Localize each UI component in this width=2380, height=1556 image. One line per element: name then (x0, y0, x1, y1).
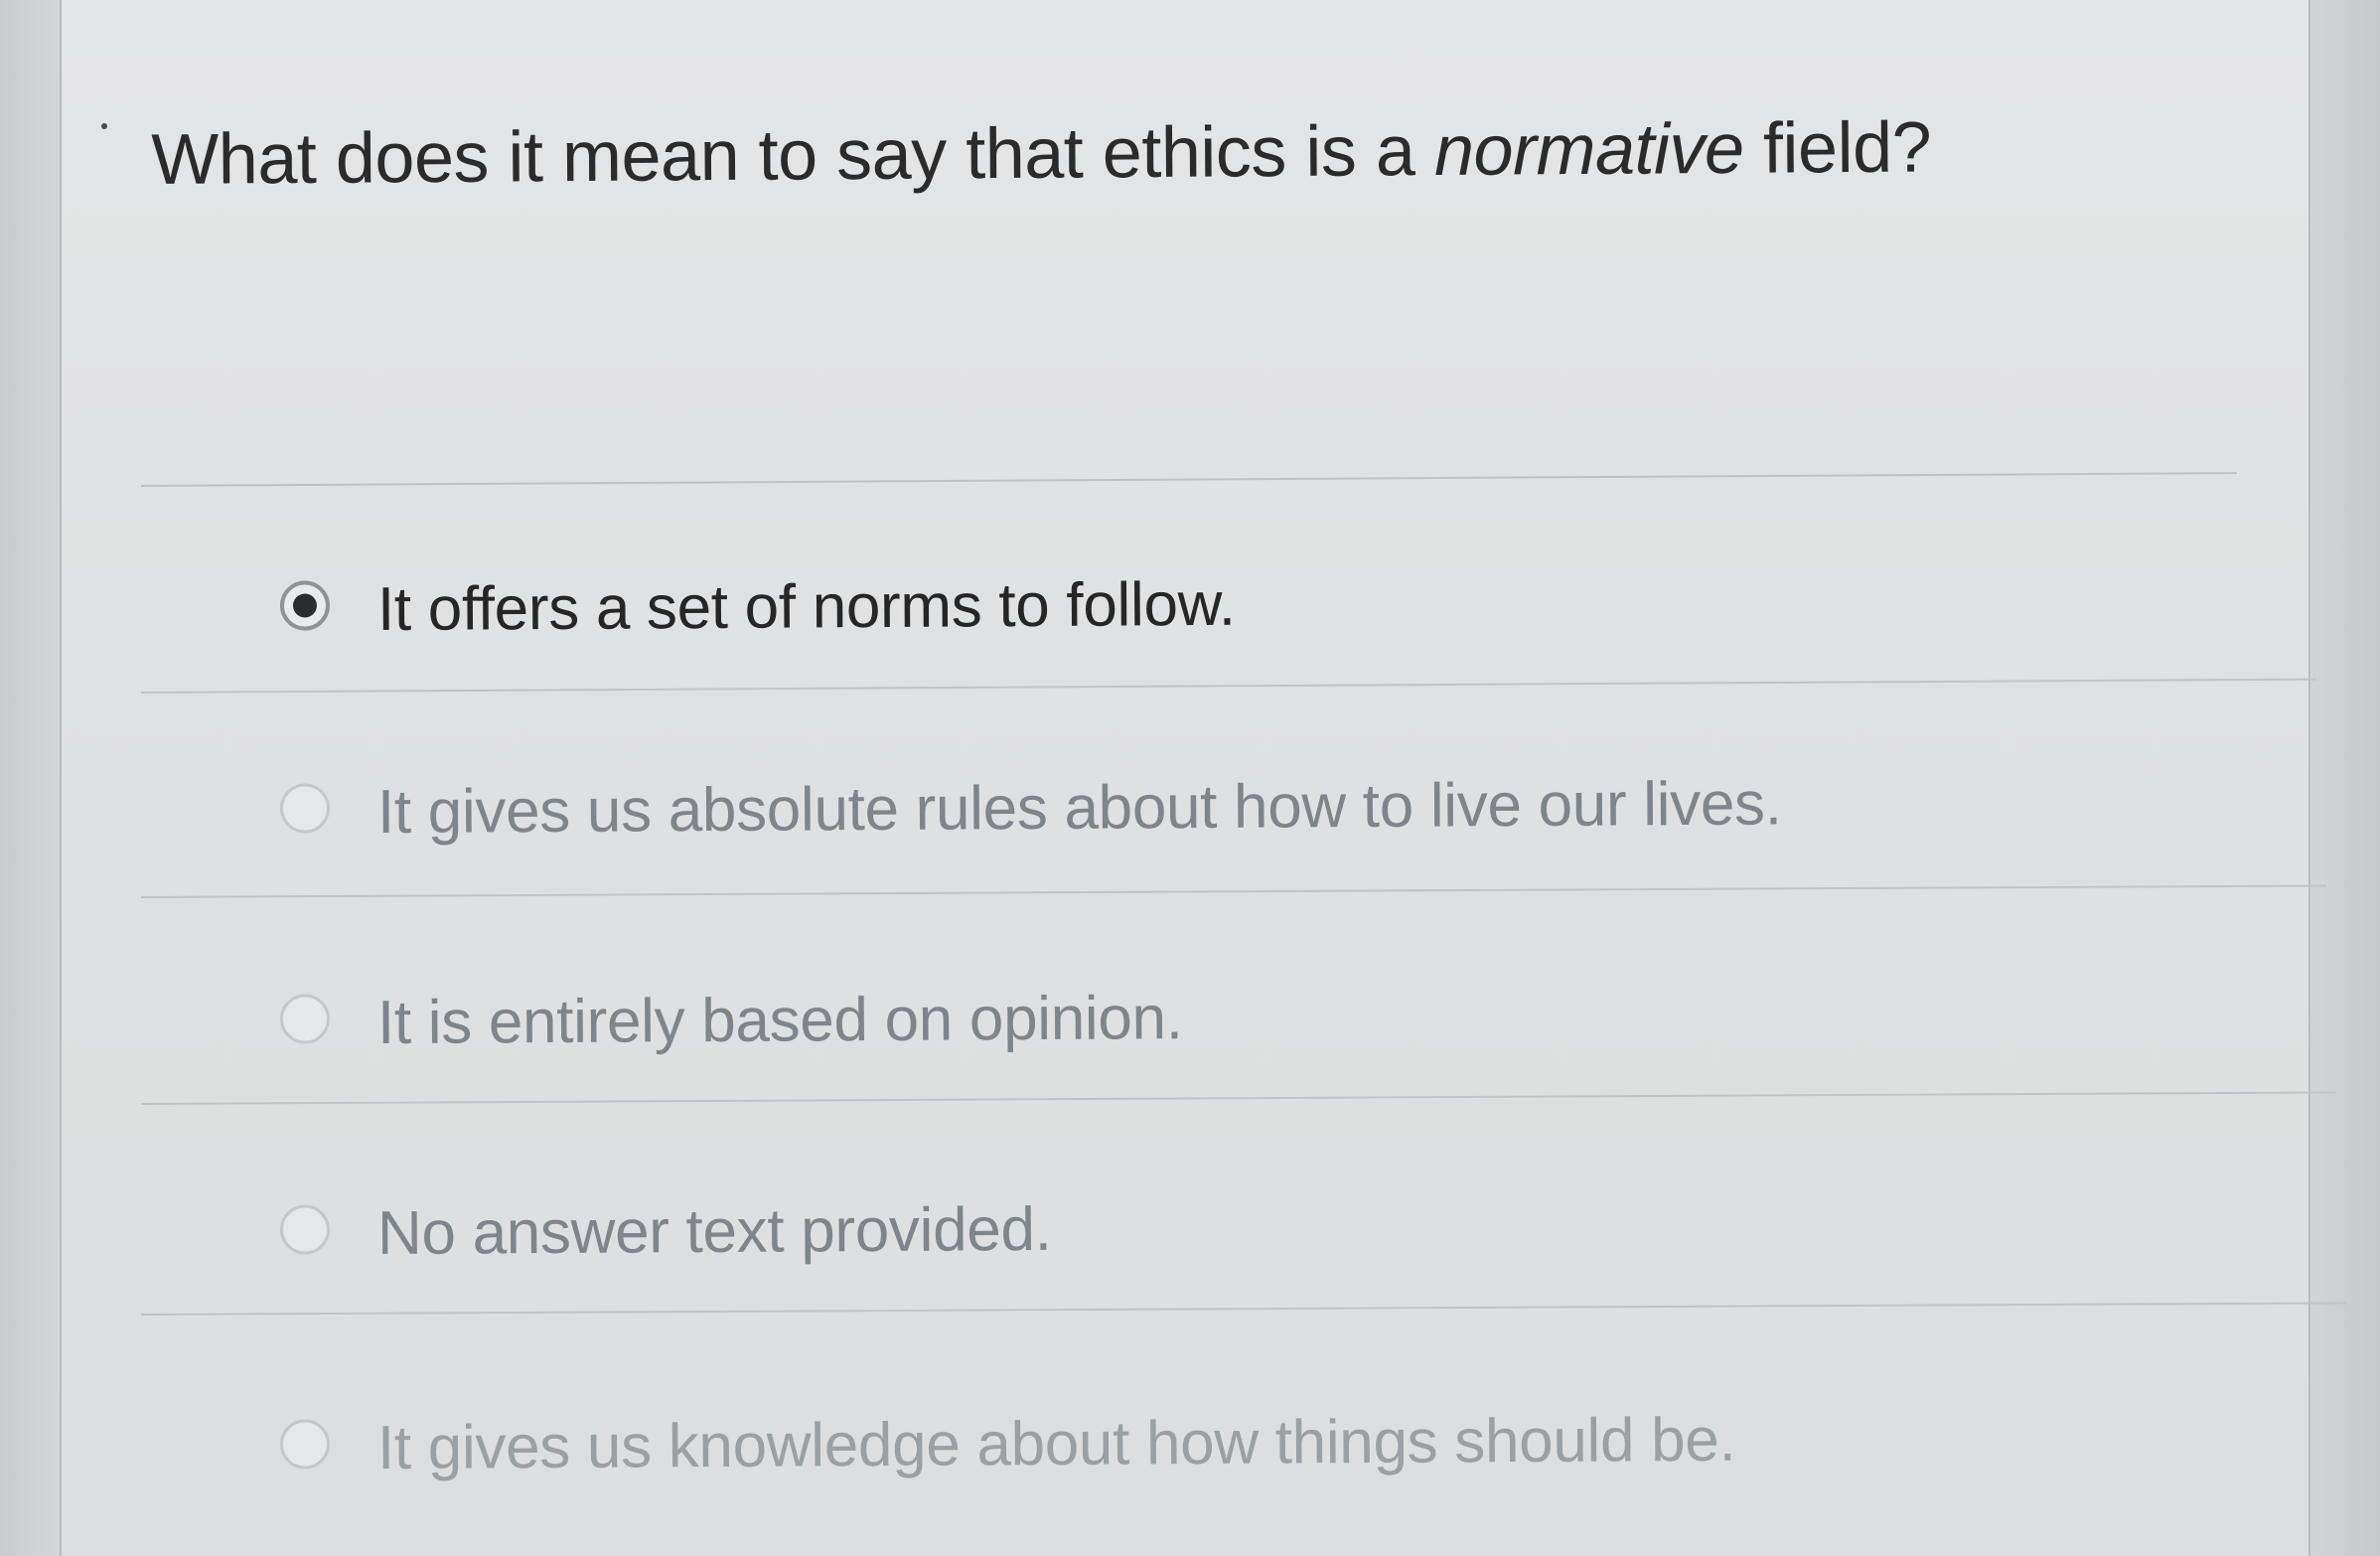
answer-option-2[interactable]: It gives us absolute rules about how to … (62, 737, 2307, 880)
radio-button[interactable] (279, 783, 331, 834)
question-divider (140, 472, 2237, 487)
answer-label-4[interactable]: No answer text provided. (377, 1194, 1052, 1269)
answer-label-1[interactable]: It offers a set of norms to follow. (377, 569, 1236, 645)
answer-option-1[interactable]: It offers a set of norms to follow. (62, 535, 2307, 678)
answer-label-2[interactable]: It gives us absolute rules about how to … (377, 768, 1782, 848)
answer-label-5[interactable]: It gives us knowledge about how things s… (377, 1405, 1736, 1483)
radio-button[interactable] (279, 1204, 331, 1255)
question-prefix: What does it mean to say that ethics is … (151, 110, 1435, 200)
answer-option-4[interactable]: No answer text provided. (62, 1159, 2307, 1302)
left-margin (0, 0, 60, 1556)
radio-button[interactable] (279, 1419, 331, 1470)
answer-option-3[interactable]: It is entirely based on opinion. (62, 948, 2307, 1091)
answer-divider (140, 1302, 2346, 1316)
question-card: What does it mean to say that ethics is … (60, 0, 2346, 1556)
answer-divider (140, 678, 2316, 694)
answer-divider (140, 884, 2326, 898)
question-text: What does it mean to say that ethics is … (151, 105, 2139, 201)
question-emphasis: normative (1433, 108, 1744, 191)
answer-option-5[interactable]: It gives us knowledge about how things s… (62, 1373, 2307, 1516)
radio-button-selected[interactable] (279, 580, 331, 631)
radio-button[interactable] (279, 994, 331, 1044)
question-marker (101, 123, 107, 129)
answer-divider (140, 1091, 2336, 1105)
answer-label-3[interactable]: It is entirely based on opinion. (377, 983, 1183, 1058)
question-suffix: field? (1743, 107, 1932, 189)
right-margin (2310, 0, 2380, 1556)
